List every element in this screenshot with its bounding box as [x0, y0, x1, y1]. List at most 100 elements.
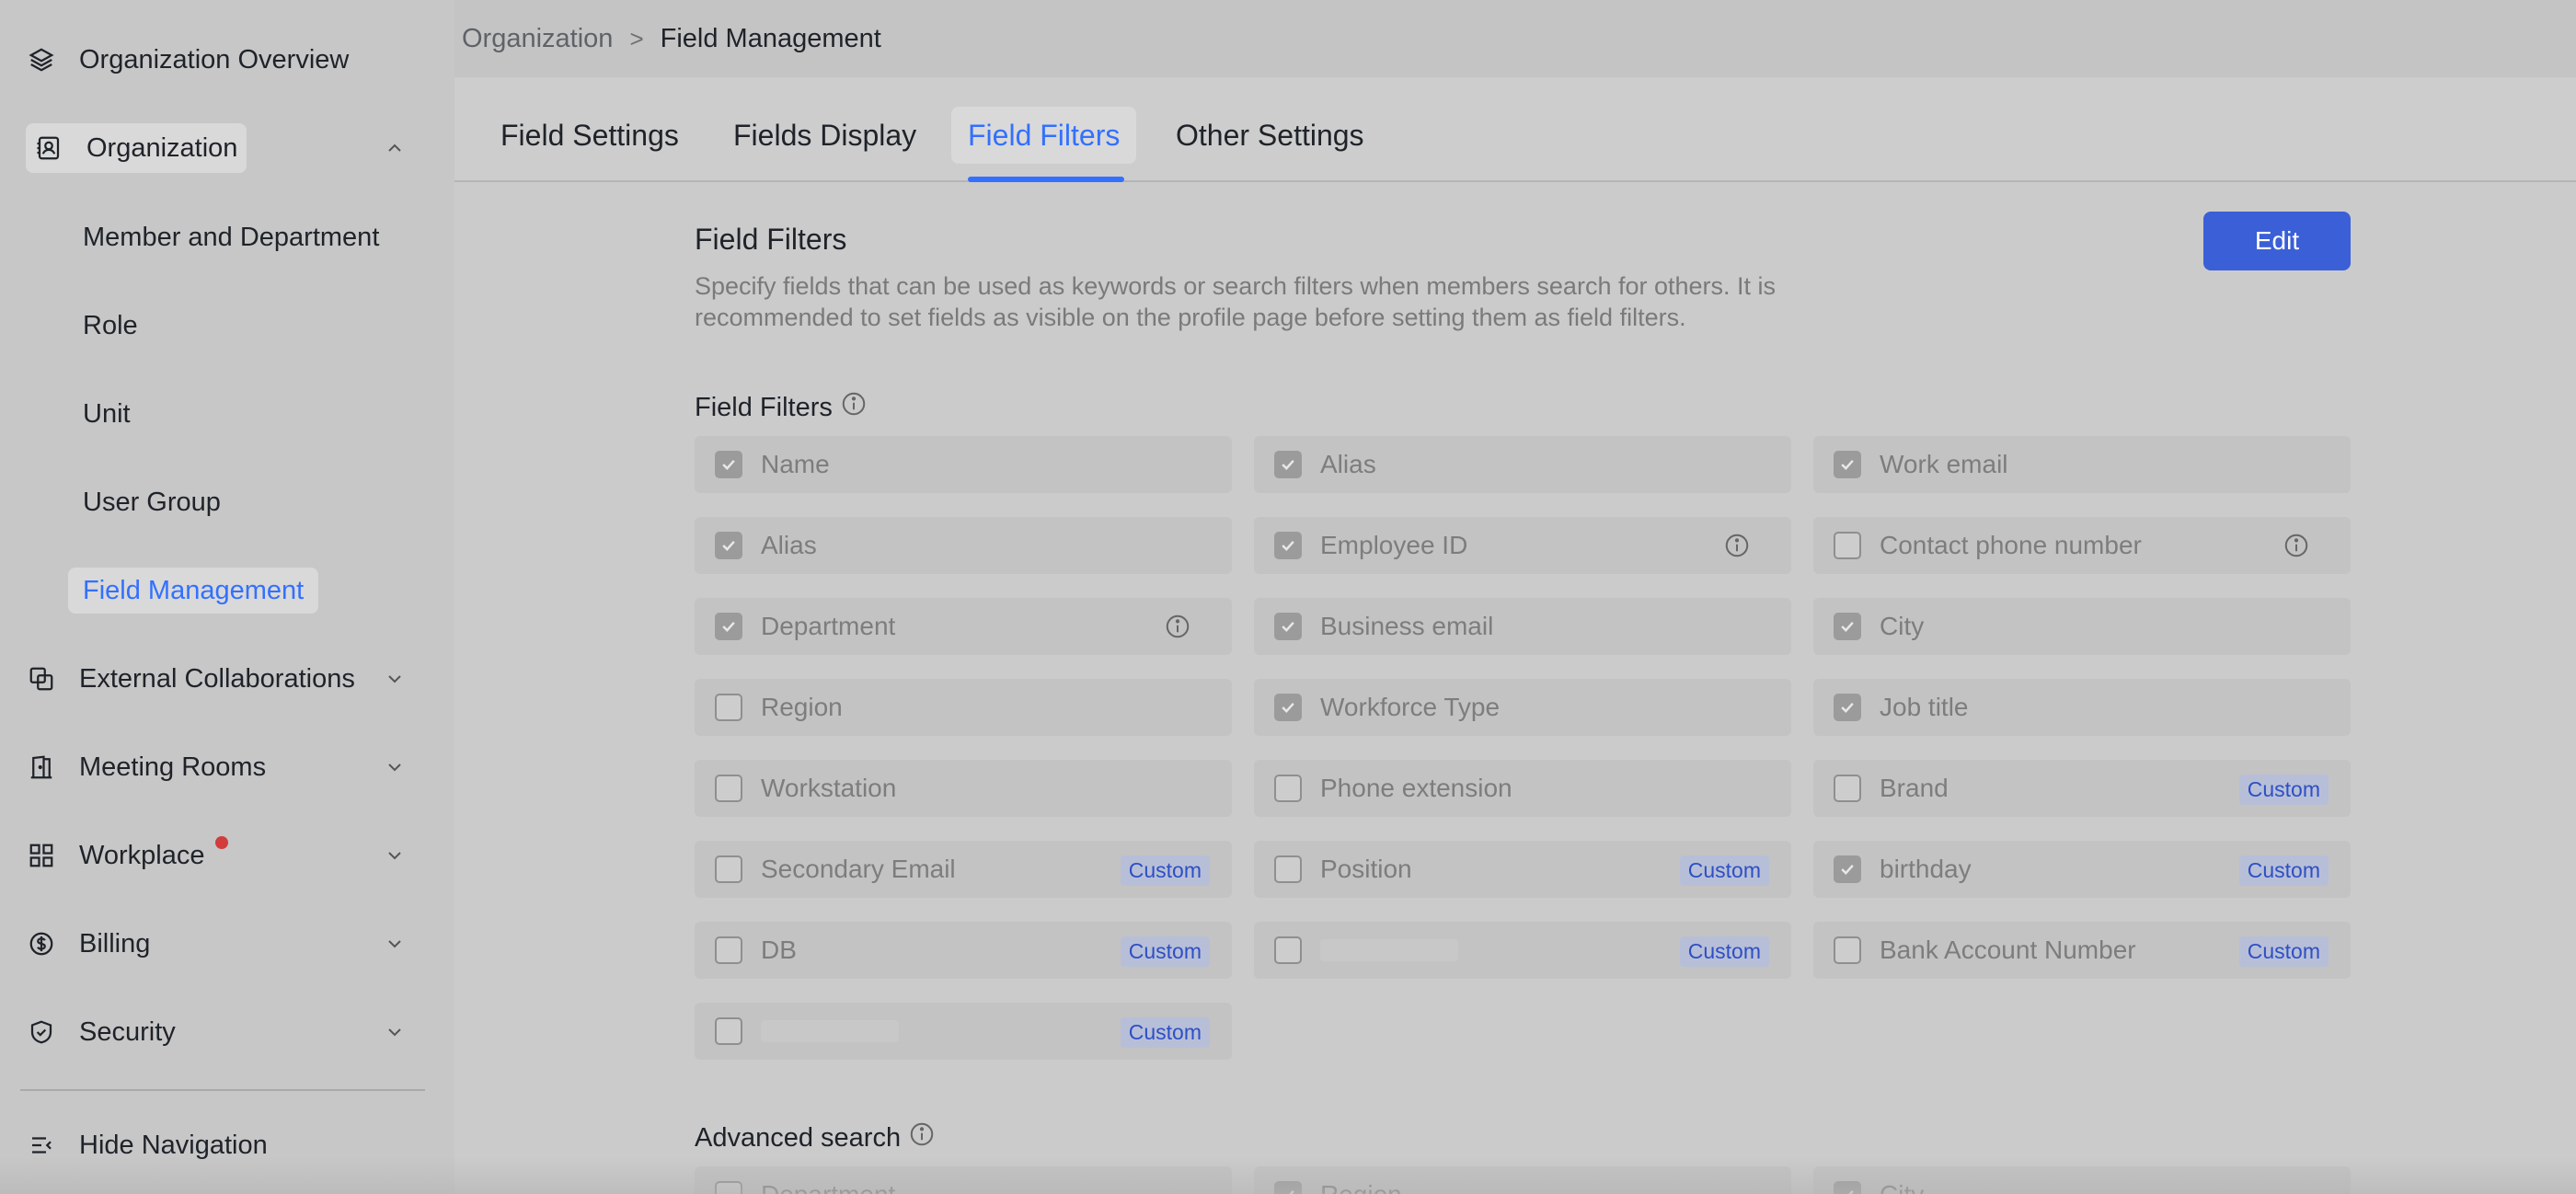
- field-option[interactable]: Custom: [1254, 922, 1791, 979]
- collapse-icon: [26, 1130, 57, 1161]
- edit-button[interactable]: Edit: [2203, 212, 2351, 270]
- advanced-search-grid: Department Region City: [695, 1166, 2351, 1194]
- checkbox-checked[interactable]: [1274, 451, 1302, 478]
- breadcrumb-root[interactable]: Organization: [462, 24, 613, 54]
- checkbox-unchecked[interactable]: [1834, 936, 1861, 964]
- checkbox-checked[interactable]: [1274, 532, 1302, 559]
- checkbox-checked[interactable]: [715, 532, 742, 559]
- field-option[interactable]: Workstation: [695, 760, 1232, 817]
- nav-organization-overview[interactable]: Organization Overview: [26, 35, 349, 85]
- field-filter-grid: Name Alias Work email Alias Employee ID Conta…: [695, 436, 2351, 1060]
- chevron-down-icon[interactable]: [381, 665, 408, 693]
- section-description: Specify fields that can be used as keywo…: [695, 272, 1777, 331]
- nav-meeting-rooms[interactable]: Meeting Rooms: [26, 742, 266, 792]
- checkbox-checked[interactable]: [1834, 1181, 1861, 1194]
- hide-navigation-button[interactable]: Hide Navigation: [26, 1120, 268, 1170]
- field-option[interactable]: Region: [695, 679, 1232, 736]
- sidebar-item-field-management[interactable]: Field Management: [68, 568, 319, 614]
- checkbox-unchecked[interactable]: [1274, 855, 1302, 883]
- tab-fields-display[interactable]: Fields Display: [733, 107, 916, 164]
- advanced-search-subtitle: Advanced search: [695, 1120, 936, 1155]
- checkbox-checked[interactable]: [1834, 694, 1861, 721]
- checkbox-unchecked[interactable]: [715, 1017, 742, 1045]
- subtitle-label: Advanced search: [695, 1122, 902, 1153]
- field-option[interactable]: Name: [695, 436, 1232, 493]
- nav-organization[interactable]: Organization: [26, 123, 247, 173]
- checkbox-checked[interactable]: [1274, 1181, 1302, 1194]
- field-option[interactable]: birthday Custom: [1813, 841, 2351, 898]
- field-option[interactable]: Brand Custom: [1813, 760, 2351, 817]
- checkbox-checked[interactable]: [715, 451, 742, 478]
- custom-tag: Custom: [2238, 775, 2329, 805]
- info-icon[interactable]: [2283, 532, 2310, 566]
- tab-other-settings[interactable]: Other Settings: [1176, 107, 1364, 164]
- field-option[interactable]: Work email: [1813, 436, 2351, 493]
- checkbox-unchecked[interactable]: [715, 855, 742, 883]
- field-option[interactable]: Job title: [1813, 679, 2351, 736]
- info-icon[interactable]: [1164, 613, 1191, 647]
- field-option[interactable]: Bank Account Number Custom: [1813, 922, 2351, 979]
- layers-icon: [26, 44, 57, 75]
- field-option[interactable]: City: [1813, 1166, 2351, 1194]
- checkbox-unchecked[interactable]: [715, 775, 742, 802]
- field-label: Position: [1320, 855, 1412, 883]
- info-icon[interactable]: [1723, 532, 1751, 566]
- checkbox-checked[interactable]: [1834, 613, 1861, 640]
- field-option[interactable]: Phone extension: [1254, 760, 1791, 817]
- field-option[interactable]: Contact phone number: [1813, 517, 2351, 574]
- field-label: Business email: [1320, 612, 1494, 640]
- checkbox-unchecked[interactable]: [715, 936, 742, 964]
- checkbox-unchecked[interactable]: [1834, 775, 1861, 802]
- checkbox-unchecked[interactable]: [1274, 936, 1302, 964]
- field-option[interactable]: Secondary Email Custom: [695, 841, 1232, 898]
- tab-field-settings[interactable]: Field Settings: [500, 107, 679, 164]
- chevron-right-icon: >: [629, 24, 644, 52]
- checkbox-checked[interactable]: [1834, 855, 1861, 883]
- sidebar-item-user-group[interactable]: User Group: [83, 479, 221, 525]
- field-label: Region: [761, 693, 843, 721]
- chevron-down-icon[interactable]: [381, 753, 408, 781]
- nav-workplace[interactable]: Workplace: [26, 831, 228, 880]
- field-option[interactable]: Custom: [695, 1003, 1232, 1060]
- tab-field-filters[interactable]: Field Filters: [951, 107, 1137, 164]
- field-option[interactable]: Business email: [1254, 598, 1791, 655]
- chevron-down-icon[interactable]: [381, 842, 408, 869]
- field-label: DB: [761, 936, 797, 964]
- field-option[interactable]: Workforce Type: [1254, 679, 1791, 736]
- field-option[interactable]: Region: [1254, 1166, 1791, 1194]
- field-option[interactable]: DB Custom: [695, 922, 1232, 979]
- checkbox-checked[interactable]: [1834, 451, 1861, 478]
- nav-external-collaborations[interactable]: External Collaborations: [26, 654, 355, 704]
- sidebar-item-member-and-department[interactable]: Member and Department: [83, 214, 379, 260]
- nav-security[interactable]: Security: [26, 1007, 176, 1057]
- field-label: Department: [761, 612, 896, 640]
- field-option[interactable]: Position Custom: [1254, 841, 1791, 898]
- redacted-label: [761, 1020, 899, 1042]
- checkbox-unchecked[interactable]: [1834, 532, 1861, 559]
- field-option[interactable]: City: [1813, 598, 2351, 655]
- section-title: Field Filters: [695, 223, 847, 256]
- sidebar-item-role[interactable]: Role: [83, 303, 138, 349]
- field-option[interactable]: Alias: [695, 517, 1232, 574]
- field-option[interactable]: Department: [695, 1166, 1232, 1194]
- chevron-down-icon[interactable]: [381, 1018, 408, 1046]
- chevron-down-icon[interactable]: [381, 930, 408, 958]
- custom-tag: Custom: [2238, 936, 2329, 967]
- checkbox-unchecked[interactable]: [715, 1181, 742, 1194]
- info-icon[interactable]: [840, 390, 868, 425]
- field-option[interactable]: Employee ID: [1254, 517, 1791, 574]
- field-label: Job title: [1880, 693, 1969, 721]
- checkbox-unchecked[interactable]: [1274, 775, 1302, 802]
- nav-label: Hide Navigation: [79, 1130, 268, 1160]
- nav-billing[interactable]: Billing: [26, 919, 150, 969]
- field-option[interactable]: Department: [695, 598, 1232, 655]
- field-option[interactable]: Alias: [1254, 436, 1791, 493]
- checkbox-checked[interactable]: [715, 613, 742, 640]
- checkbox-checked[interactable]: [1274, 694, 1302, 721]
- nav-label: Workplace: [79, 840, 205, 870]
- chevron-up-icon[interactable]: [381, 134, 408, 162]
- sidebar-item-unit[interactable]: Unit: [83, 391, 131, 437]
- info-icon[interactable]: [908, 1120, 936, 1155]
- checkbox-unchecked[interactable]: [715, 694, 742, 721]
- checkbox-checked[interactable]: [1274, 613, 1302, 640]
